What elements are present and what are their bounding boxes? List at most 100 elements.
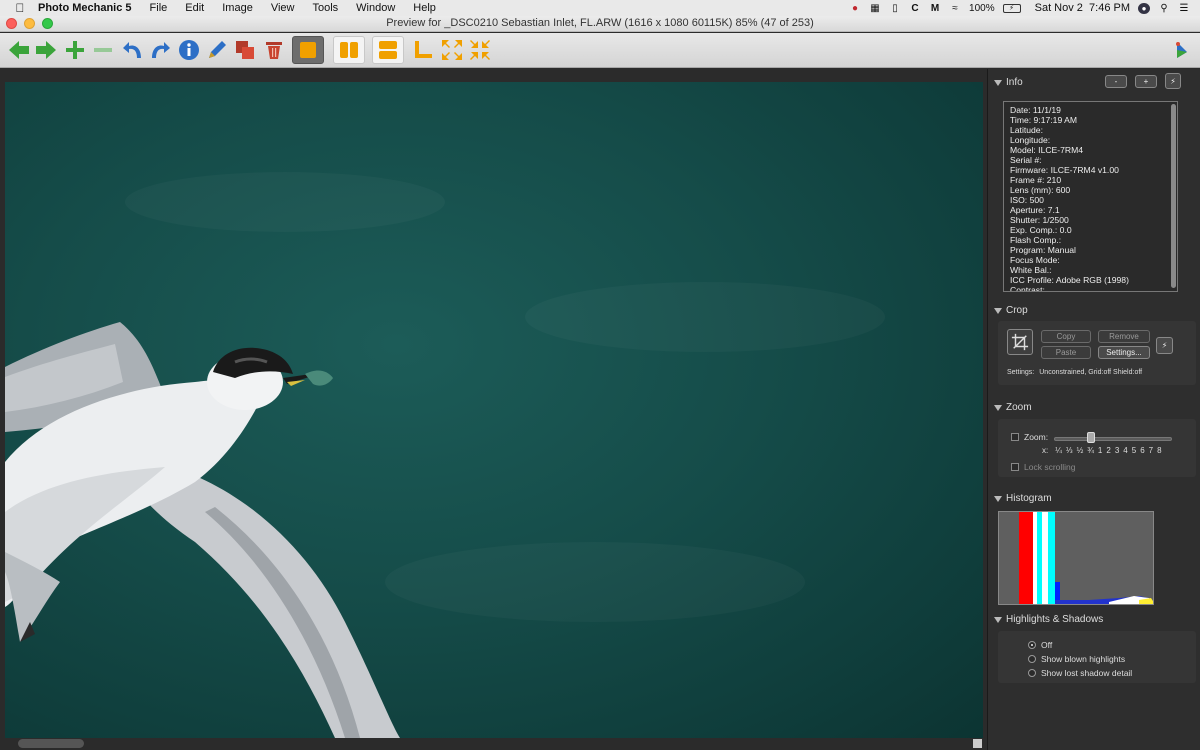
info-increase-button[interactable]: + [1135, 75, 1157, 88]
menu-list-icon[interactable]: ☰ [1178, 3, 1190, 14]
zoom-scale-label: ¼ [1055, 446, 1062, 455]
info-lightning-icon[interactable]: ⚡ [1165, 73, 1181, 89]
forward-arrow-icon[interactable] [33, 37, 59, 63]
menu-image[interactable]: Image [213, 2, 262, 14]
expand-icon[interactable] [439, 37, 465, 63]
highlights-section: Off Show blown highlights Show lost shad… [998, 631, 1196, 683]
lock-scrolling-toggle[interactable]: Lock scrolling [1011, 462, 1076, 472]
crop-lightning-icon[interactable]: ⚡ [1156, 337, 1173, 354]
edit-pencil-icon[interactable] [204, 37, 230, 63]
zoom-section: Zoom: x: ¼ ⅓ ½ ¾ 1 2 3 4 5 6 7 8 Lock sc… [998, 419, 1196, 477]
highlights-option-off[interactable]: Off [1028, 640, 1052, 650]
info-metadata-line: Latitude: [1010, 125, 1043, 135]
disclosure-triangle-icon[interactable] [994, 404, 1002, 411]
preview-photo[interactable] [5, 82, 983, 738]
info-metadata-line: ISO: 500 [1010, 195, 1044, 205]
rotate-right-icon[interactable] [147, 37, 173, 63]
menu-app-name[interactable]: Photo Mechanic 5 [28, 2, 141, 14]
single-view-icon[interactable] [292, 36, 324, 64]
search-icon[interactable]: ⚲ [1158, 3, 1170, 14]
trash-icon[interactable] [261, 37, 287, 63]
app-logo-icon [1168, 37, 1194, 63]
add-icon[interactable] [62, 37, 88, 63]
horizontal-scrollbar[interactable] [18, 739, 84, 748]
zoom-slider-thumb[interactable] [1087, 432, 1095, 443]
menu-tools[interactable]: Tools [303, 2, 347, 14]
info-metadata-box[interactable]: Date: 11/1/19 Time: 9:17:19 AM Latitude: Lo… [1003, 101, 1178, 292]
tern-bird-image [5, 322, 400, 738]
datetime[interactable]: Sat Nov 2 7:46 PM [1035, 2, 1130, 14]
lock-scrolling-checkbox[interactable] [1011, 463, 1019, 471]
stacked-view-icon[interactable] [372, 36, 404, 64]
highlights-option-shadow[interactable]: Show lost shadow detail [1028, 668, 1132, 678]
histogram-section-header[interactable]: Histogram [994, 493, 1052, 504]
zoom-toggle[interactable]: Zoom: [1011, 432, 1048, 442]
crop-copy-button[interactable]: Copy [1041, 330, 1091, 343]
radio-off[interactable] [1028, 641, 1036, 649]
info-icon[interactable] [176, 37, 202, 63]
resize-handle[interactable] [973, 739, 982, 748]
zoom-scale-label: 8 [1157, 446, 1162, 455]
zoom-scale-label: 3 [1114, 446, 1120, 455]
radio-blown-highlights[interactable] [1028, 655, 1036, 663]
compress-icon[interactable] [467, 37, 493, 63]
zoom-scale-label: ½ [1076, 446, 1084, 455]
crop-icon[interactable] [410, 37, 436, 63]
info-metadata-line: Flash Comp.: [1010, 235, 1062, 245]
zoom-scale-label: ¾ [1087, 446, 1094, 455]
crop-tool-icon[interactable] [1007, 329, 1033, 355]
back-arrow-icon[interactable] [6, 37, 32, 63]
crop-settings-button[interactable]: Settings... [1098, 346, 1150, 359]
crop-remove-button[interactable]: Remove [1098, 330, 1150, 343]
m-app-icon[interactable]: M [929, 3, 941, 14]
histogram-graph [998, 511, 1154, 605]
crop-section: Copy Remove Paste Settings... ⚡ Settings… [998, 321, 1196, 385]
zoom-scale-label: 7 [1148, 446, 1154, 455]
creative-cloud-icon[interactable]: ● [849, 3, 861, 14]
info-metadata-line: Time: 9:17:19 AM [1010, 115, 1078, 125]
disclosure-triangle-icon[interactable] [994, 307, 1002, 314]
bookmark-icon[interactable]: ▯ [889, 3, 901, 14]
zoom-checkbox[interactable] [1011, 433, 1019, 441]
info-metadata-line: Longitude: [1010, 135, 1051, 145]
apple-menu-icon[interactable]:  [12, 1, 28, 15]
menu-window[interactable]: Window [347, 2, 404, 14]
zoom-scale-label: ⅓ [1065, 446, 1073, 455]
remove-icon[interactable] [90, 37, 116, 63]
zoom-scale-labels: x: ¼ ⅓ ½ ¾ 1 2 3 4 5 6 7 8 [1042, 446, 1162, 455]
info-decrease-button[interactable]: - [1105, 75, 1127, 88]
disclosure-triangle-icon[interactable] [994, 495, 1002, 502]
menu-help[interactable]: Help [404, 2, 445, 14]
highlights-section-header[interactable]: Highlights & Shadows [994, 614, 1103, 625]
user-avatar-icon[interactable]: ● [1138, 2, 1150, 14]
info-section-header[interactable]: Info [994, 77, 1023, 88]
info-scrollbar[interactable] [1171, 104, 1176, 288]
crop-settings-label: Settings: [1007, 369, 1035, 376]
copy-stack-icon[interactable] [232, 37, 258, 63]
crop-settings-value: Unconstrained, Grid:off Shield:off [1039, 369, 1143, 376]
battery-icon[interactable]: ⚡ [1002, 3, 1021, 13]
highlights-title: Highlights & Shadows [1006, 614, 1104, 625]
zoom-scale-label: 2 [1106, 446, 1111, 455]
zoom-slider-track[interactable] [1054, 437, 1172, 441]
highlights-option-blown[interactable]: Show blown highlights [1028, 654, 1125, 664]
disclosure-triangle-icon[interactable] [994, 616, 1002, 623]
disclosure-triangle-icon[interactable] [994, 79, 1002, 86]
side-by-side-icon[interactable] [333, 36, 365, 64]
lock-scrolling-label: Lock scrolling [1024, 462, 1076, 472]
crop-section-header[interactable]: Crop [994, 305, 1028, 316]
info-metadata-line: White Bal.: [1010, 265, 1052, 275]
menu-edit[interactable]: Edit [176, 2, 213, 14]
film-icon[interactable]: ▦ [869, 3, 881, 14]
copyright-c-icon[interactable]: C [909, 3, 921, 14]
zoom-label: Zoom: [1024, 432, 1049, 442]
preview-area[interactable] [0, 69, 985, 750]
crop-paste-button[interactable]: Paste [1041, 346, 1091, 359]
menu-view[interactable]: View [262, 2, 304, 14]
crop-title: Crop [1006, 305, 1028, 316]
rotate-left-icon[interactable] [120, 37, 146, 63]
menu-file[interactable]: File [141, 2, 177, 14]
radio-lost-shadow[interactable] [1028, 669, 1036, 677]
zoom-section-header[interactable]: Zoom [994, 402, 1032, 413]
wifi-icon[interactable]: ≈ [949, 3, 961, 14]
